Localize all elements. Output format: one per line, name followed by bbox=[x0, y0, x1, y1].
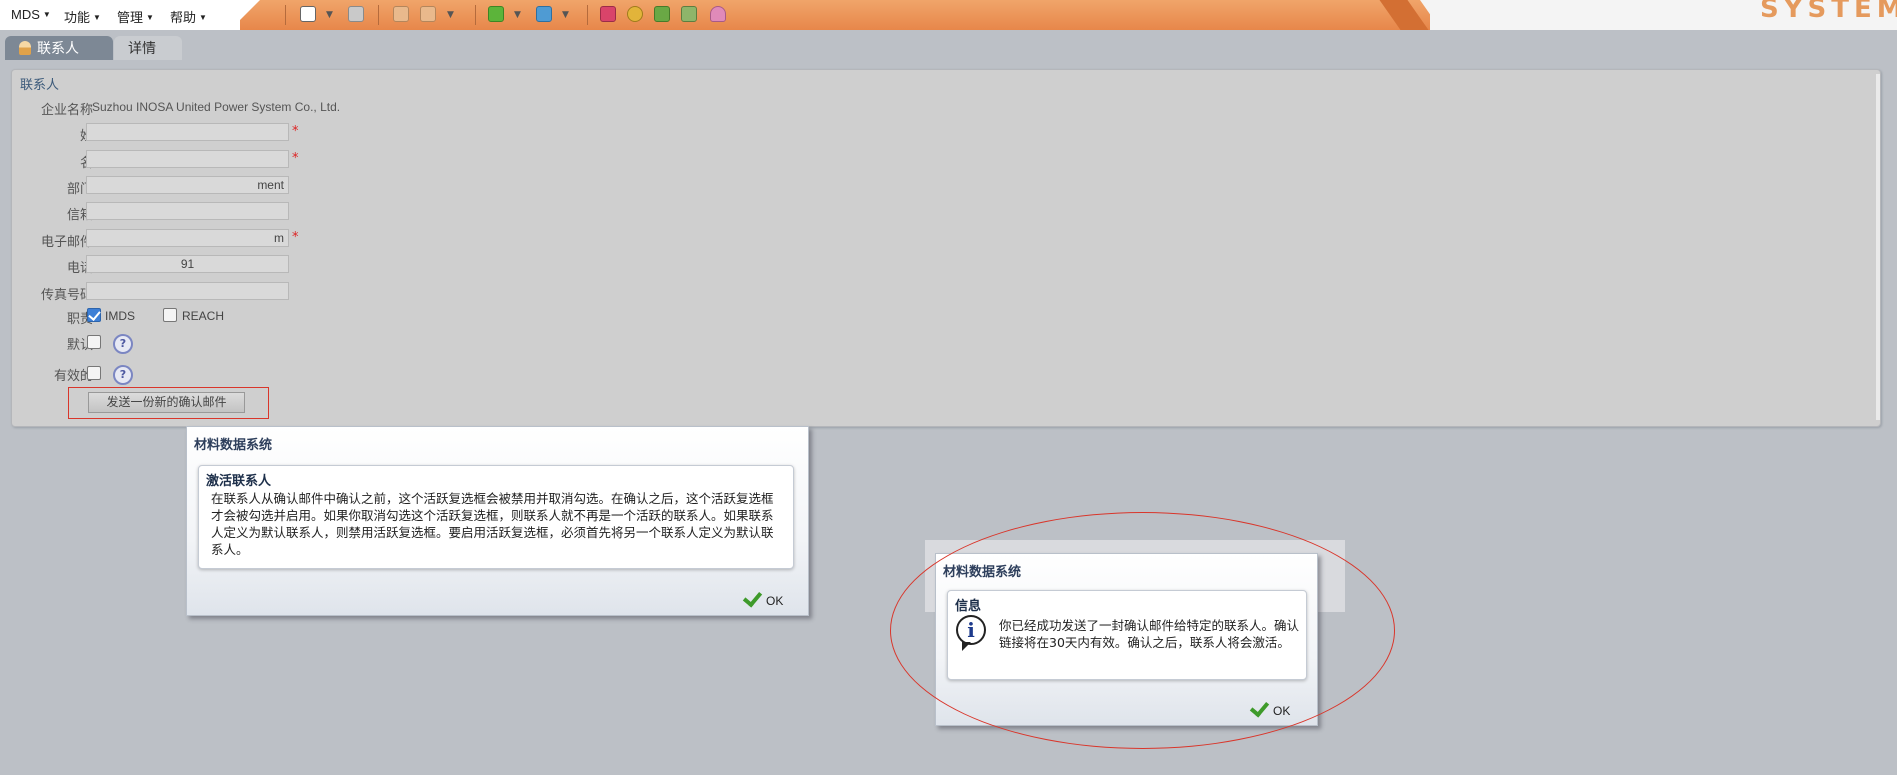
tab-contact[interactable]: 联系人 bbox=[5, 36, 113, 60]
paste-icon[interactable] bbox=[420, 6, 436, 22]
given-name-field[interactable] bbox=[86, 150, 289, 168]
required-mark: * bbox=[292, 230, 299, 245]
menu-help[interactable]: 帮助 ▼ bbox=[170, 7, 207, 26]
chevron-down-icon: ▼ bbox=[146, 13, 154, 22]
imds-label: IMDS bbox=[105, 309, 135, 323]
new-document-icon[interactable] bbox=[300, 6, 316, 22]
copy-icon[interactable] bbox=[393, 6, 409, 22]
reach-label: REACH bbox=[182, 309, 225, 323]
flask-icon[interactable] bbox=[710, 6, 726, 22]
export-icon[interactable] bbox=[536, 6, 552, 22]
surname-field[interactable] bbox=[86, 123, 289, 141]
phone-field[interactable]: 91 bbox=[86, 255, 289, 273]
department-field[interactable]: ment bbox=[86, 176, 289, 194]
print-icon[interactable] bbox=[681, 6, 697, 22]
tab-detail[interactable]: 详情 bbox=[114, 36, 182, 60]
email-field[interactable]: m bbox=[86, 229, 289, 247]
reach-checkbox[interactable] bbox=[163, 308, 177, 322]
imds-checkbox[interactable] bbox=[87, 308, 101, 322]
sync-icon[interactable] bbox=[654, 6, 670, 22]
chevron-down-icon: ▼ bbox=[199, 13, 207, 22]
active-checkbox[interactable] bbox=[87, 366, 101, 380]
ok-label: OK bbox=[766, 594, 784, 608]
toolbar-separator bbox=[285, 5, 286, 25]
chevron-down-icon[interactable]: ▼ bbox=[562, 10, 569, 20]
company-value: Suzhou INOSA United Power System Co., Lt… bbox=[92, 100, 341, 114]
menu-function[interactable]: 功能 ▼ bbox=[64, 7, 101, 26]
highlight-ellipse bbox=[890, 512, 1395, 749]
menu-mds-label: MDS bbox=[11, 7, 40, 22]
required-mark: * bbox=[292, 151, 299, 166]
toolbar-wedge bbox=[230, 0, 260, 30]
save-icon[interactable] bbox=[348, 6, 364, 22]
help-icon[interactable]: ? bbox=[113, 334, 133, 354]
panel-title: 联系人 bbox=[20, 77, 60, 92]
menu-help-label: 帮助 bbox=[170, 10, 197, 25]
default-checkbox[interactable] bbox=[87, 335, 101, 349]
chevron-down-icon[interactable]: ▼ bbox=[326, 10, 333, 20]
top-bar: SYSTEM MDS ▼ 功能 ▼ 管理 ▼ 帮助 ▼ ▼ ▼ ▼ ▼ bbox=[0, 0, 1897, 30]
menu-mds[interactable]: MDS ▼ bbox=[11, 7, 51, 22]
dialog-title: 材料数据系统 bbox=[194, 437, 273, 452]
checkmark-icon bbox=[742, 587, 763, 608]
menu-function-label: 功能 bbox=[64, 10, 91, 25]
menu-manage-label: 管理 bbox=[117, 10, 144, 25]
fax-field[interactable] bbox=[86, 282, 289, 300]
tab-detail-label: 详情 bbox=[128, 40, 156, 56]
person-icon bbox=[19, 41, 31, 55]
send-button-highlight: 发送一份新的确认邮件 bbox=[68, 387, 269, 419]
send-confirmation-button[interactable]: 发送一份新的确认邮件 bbox=[88, 392, 245, 413]
chevron-down-icon[interactable]: ▼ bbox=[447, 10, 454, 20]
company-label: 企业名称 bbox=[40, 102, 93, 117]
chevron-down-icon: ▼ bbox=[42, 10, 51, 19]
import-icon[interactable] bbox=[488, 6, 504, 22]
help-icon[interactable]: ? bbox=[113, 365, 133, 385]
dialog-message: 在联系人从确认邮件中确认之前，这个活跃复选框会被禁用并取消勾选。在确认之后，这个… bbox=[211, 491, 774, 557]
menu-manage[interactable]: 管理 ▼ bbox=[117, 7, 154, 26]
ok-button[interactable]: OK bbox=[742, 587, 784, 608]
scrollbar[interactable] bbox=[1876, 74, 1880, 420]
globe-icon[interactable] bbox=[627, 6, 643, 22]
tab-bar: 联系人 详情 bbox=[0, 33, 1897, 61]
toolbar-separator bbox=[378, 5, 379, 25]
required-mark: * bbox=[292, 124, 299, 139]
chevron-down-icon: ▼ bbox=[93, 13, 101, 22]
mailbox-field[interactable] bbox=[86, 202, 289, 220]
chevron-down-icon[interactable]: ▼ bbox=[514, 10, 521, 20]
toolbar-background bbox=[240, 0, 1430, 30]
brand-logo: SYSTEM bbox=[1760, 0, 1897, 24]
contact-panel: 联系人 企业名称 Suzhou INOSA United Power Syste… bbox=[11, 69, 1881, 427]
activate-contact-dialog: 材料数据系统 激活联系人 在联系人从确认邮件中确认之前，这个活跃复选框会被禁用并… bbox=[186, 426, 809, 616]
dialog-heading: 激活联系人 bbox=[206, 473, 272, 488]
toolbar-separator bbox=[475, 5, 476, 25]
tab-contact-label: 联系人 bbox=[37, 40, 79, 56]
toolbar-separator bbox=[587, 5, 588, 25]
settings-icon[interactable] bbox=[600, 6, 616, 22]
dialog-content: 激活联系人 在联系人从确认邮件中确认之前，这个活跃复选框会被禁用并取消勾选。在确… bbox=[198, 465, 794, 569]
